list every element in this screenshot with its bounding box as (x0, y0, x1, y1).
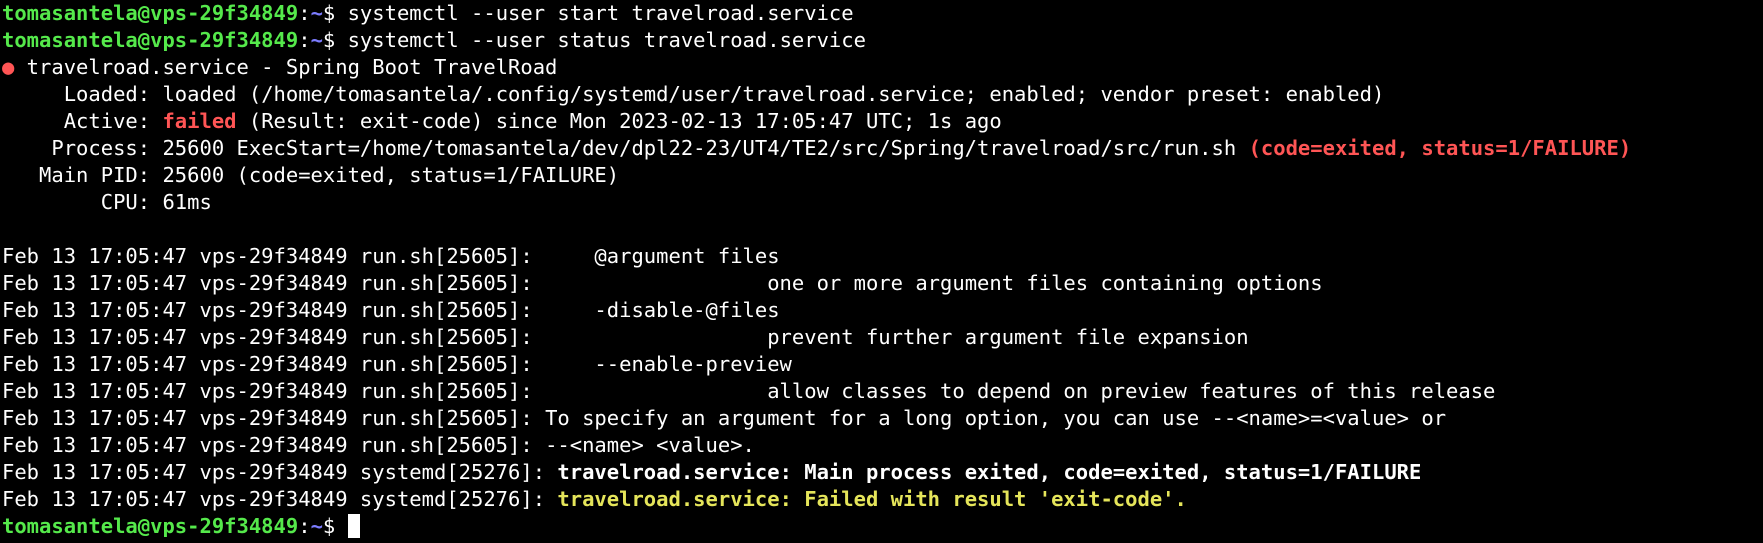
main-pid-label: Main PID: (2, 163, 163, 187)
log-line: Feb 13 17:05:47 vps-29f34849 run.sh[2560… (2, 432, 1763, 459)
log-message: one or more argument files containing op… (545, 271, 1323, 295)
prompt-separator: : (298, 28, 311, 52)
log-line: Feb 13 17:05:47 vps-29f34849 run.sh[2560… (2, 243, 1763, 270)
command-text: systemctl --user start travelroad.servic… (347, 1, 854, 25)
log-prefix: Feb 13 17:05:47 vps-29f34849 run.sh[2560… (2, 325, 546, 349)
log-message: To specify an argument for a long option… (545, 406, 1447, 430)
log-line: Feb 13 17:05:47 vps-29f34849 run.sh[2560… (2, 378, 1763, 405)
active-line: Active: failed (Result: exit-code) since… (2, 108, 1763, 135)
log-prefix: Feb 13 17:05:47 vps-29f34849 run.sh[2560… (2, 352, 546, 376)
log-message: allow classes to depend on preview featu… (545, 379, 1496, 403)
process-value: 25600 ExecStart=/home/tomasantela/dev/dp… (162, 136, 1249, 160)
prompt-user-host: tomasantela@vps-29f34849 (2, 28, 299, 52)
log-message: --<name> <value>. (545, 433, 755, 457)
terminal-line: tomasantela@vps-29f34849:~$ systemctl --… (2, 27, 1763, 54)
active-label: Active: (2, 109, 163, 133)
prompt-symbol: $ (322, 514, 348, 538)
process-label: Process: (2, 136, 163, 160)
log-line: Feb 13 17:05:47 vps-29f34849 run.sh[2560… (2, 270, 1763, 297)
command-text: systemctl --user status travelroad.servi… (347, 28, 866, 52)
terminal-input-line[interactable]: tomasantela@vps-29f34849:~$ (2, 513, 1763, 540)
systemd-log-line: Feb 13 17:05:47 vps-29f34849 systemd[252… (2, 459, 1763, 486)
log-prefix: Feb 13 17:05:47 vps-29f34849 run.sh[2560… (2, 433, 546, 457)
loaded-line: Loaded: loaded (/home/tomasantela/.confi… (2, 81, 1763, 108)
prompt-user-host: tomasantela@vps-29f34849 (2, 1, 299, 25)
log-line: Feb 13 17:05:47 vps-29f34849 run.sh[2560… (2, 405, 1763, 432)
systemd-message-failed: travelroad.service: Failed with result '… (557, 487, 1187, 511)
log-message: prevent further argument file expansion (545, 325, 1249, 349)
log-prefix: Feb 13 17:05:47 vps-29f34849 systemd[252… (2, 487, 558, 511)
systemd-log-line: Feb 13 17:05:47 vps-29f34849 systemd[252… (2, 486, 1763, 513)
log-message: -disable-@files (545, 298, 780, 322)
active-state-failed: failed (162, 109, 237, 133)
process-line: Process: 25600 ExecStart=/home/tomasante… (2, 135, 1763, 162)
cpu-value: 61ms (162, 190, 212, 214)
systemd-message-exited: travelroad.service: Main process exited,… (557, 460, 1422, 484)
log-prefix: Feb 13 17:05:47 vps-29f34849 systemd[252… (2, 460, 558, 484)
prompt-separator: : (298, 1, 311, 25)
cpu-line: CPU: 61ms (2, 189, 1763, 216)
process-result: (code=exited, status=1/FAILURE) (1248, 136, 1632, 160)
prompt-user-host: tomasantela@vps-29f34849 (2, 514, 299, 538)
log-prefix: Feb 13 17:05:47 vps-29f34849 run.sh[2560… (2, 298, 546, 322)
status-title-line: ● travelroad.service - Spring Boot Trave… (2, 54, 1763, 81)
log-prefix: Feb 13 17:05:47 vps-29f34849 run.sh[2560… (2, 244, 546, 268)
failed-status-dot-icon: ● (2, 55, 15, 79)
prompt-separator: : (298, 514, 311, 538)
main-pid-value: 25600 (code=exited, status=1/FAILURE) (162, 163, 620, 187)
log-line: Feb 13 17:05:47 vps-29f34849 run.sh[2560… (2, 297, 1763, 324)
terminal-line: tomasantela@vps-29f34849:~$ systemctl --… (2, 0, 1763, 27)
log-line: Feb 13 17:05:47 vps-29f34849 run.sh[2560… (2, 324, 1763, 351)
prompt-symbol: $ (322, 28, 348, 52)
log-prefix: Feb 13 17:05:47 vps-29f34849 run.sh[2560… (2, 379, 546, 403)
prompt-path: ~ (310, 514, 323, 538)
log-message: @argument files (545, 244, 780, 268)
service-title: travelroad.service - Spring Boot TravelR… (14, 55, 558, 79)
log-prefix: Feb 13 17:05:47 vps-29f34849 run.sh[2560… (2, 406, 546, 430)
active-detail: (Result: exit-code) since Mon 2023-02-13… (236, 109, 1002, 133)
loaded-label: Loaded: (2, 82, 163, 106)
text-cursor[interactable] (347, 514, 360, 538)
prompt-symbol: $ (322, 1, 348, 25)
log-message: --enable-preview (545, 352, 792, 376)
log-prefix: Feb 13 17:05:47 vps-29f34849 run.sh[2560… (2, 271, 546, 295)
prompt-path: ~ (310, 1, 323, 25)
prompt-path: ~ (310, 28, 323, 52)
loaded-value: loaded (/home/tomasantela/.config/system… (162, 82, 1385, 106)
main-pid-line: Main PID: 25600 (code=exited, status=1/F… (2, 162, 1763, 189)
log-line: Feb 13 17:05:47 vps-29f34849 run.sh[2560… (2, 351, 1763, 378)
terminal-window[interactable]: tomasantela@vps-29f34849:~$ systemctl --… (0, 0, 1763, 543)
cpu-label: CPU: (2, 190, 163, 214)
